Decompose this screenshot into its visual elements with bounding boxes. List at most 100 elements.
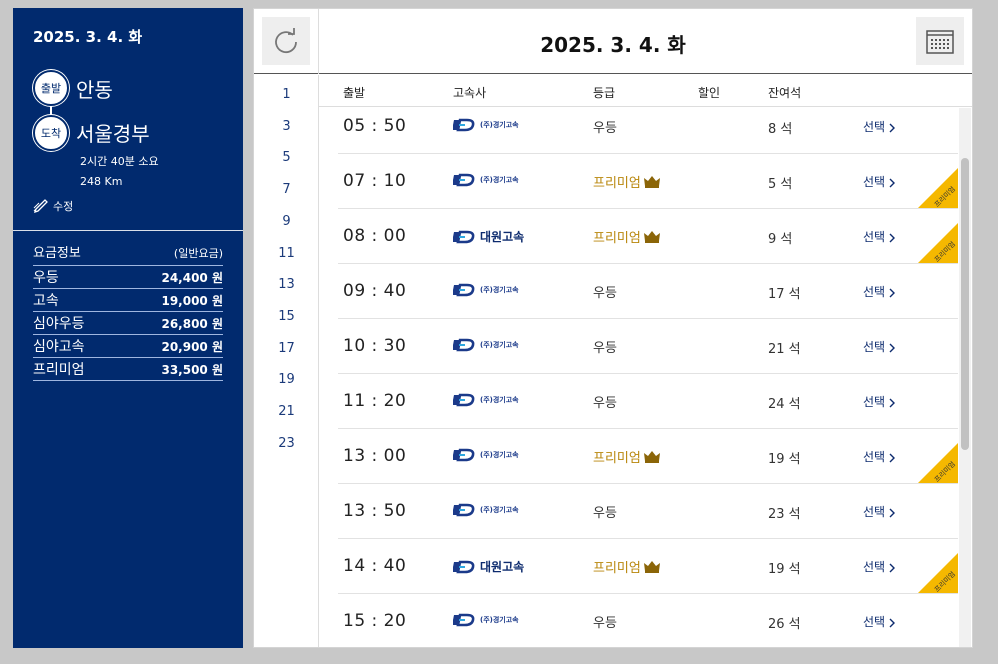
- fare-row: 심야고속 20,900 원: [33, 335, 223, 358]
- select-button[interactable]: 선택: [863, 558, 896, 575]
- schedule-row[interactable]: 09 : 40 (주)경기고속 우등 17 석 선택: [338, 264, 958, 319]
- company-name: (주)경기고속: [480, 616, 519, 624]
- select-button[interactable]: 선택: [863, 393, 896, 410]
- grade-label: 프리미엄: [593, 561, 641, 576]
- column-grade: 등급: [593, 86, 616, 100]
- hour-navigation: 1 3 5 7 9 11 13 15 17 19 21 23: [254, 75, 319, 647]
- chevron-right-icon: [889, 233, 896, 242]
- fare-price: 20,900 원: [161, 339, 223, 354]
- select-button[interactable]: 선택: [863, 118, 896, 135]
- edit-icon: [33, 199, 48, 214]
- select-label: 선택: [863, 120, 886, 134]
- hour-link[interactable]: 21: [254, 404, 319, 419]
- refresh-button[interactable]: [262, 17, 310, 65]
- select-label: 선택: [863, 340, 886, 354]
- bus-company: (주)경기고속: [453, 393, 519, 407]
- select-button[interactable]: 선택: [863, 503, 896, 520]
- select-button[interactable]: 선택: [863, 338, 896, 355]
- select-button[interactable]: 선택: [863, 283, 896, 300]
- hour-link[interactable]: 1: [254, 87, 319, 102]
- column-depart: 출발: [343, 86, 366, 100]
- grade-label: 프리미엄: [593, 176, 641, 191]
- hour-link[interactable]: 7: [254, 182, 319, 197]
- remaining-seats: 8 석: [768, 122, 793, 137]
- company-name: (주)경기고속: [480, 286, 519, 294]
- bus-grade: 프리미엄: [593, 557, 661, 576]
- grade-label: 우등: [593, 396, 617, 411]
- hour-link[interactable]: 17: [254, 341, 319, 356]
- select-button[interactable]: 선택: [863, 228, 896, 245]
- crown-icon: [643, 451, 660, 463]
- scrollbar[interactable]: [959, 108, 971, 647]
- departure-time: 13 : 50: [343, 501, 407, 521]
- bus-grade: 프리미엄: [593, 172, 661, 191]
- travel-distance: 248 Km: [80, 175, 123, 188]
- fare-note: (일반요금): [173, 247, 223, 260]
- schedule-row[interactable]: 13 : 00 (주)경기고속 프리미엄 19 석 선택 프리미엄: [338, 429, 958, 484]
- schedule-row[interactable]: 14 : 40 대원고속 프리미엄 19 석 선택 프리미엄: [338, 539, 958, 594]
- departure-time: 14 : 40: [343, 556, 407, 576]
- bus-company-logo-icon: [453, 173, 475, 187]
- schedule-row[interactable]: 07 : 10 (주)경기고속 프리미엄 5 석 선택 프리미엄: [338, 154, 958, 209]
- bus-company-logo-icon: [453, 613, 475, 627]
- crown-icon: [643, 231, 660, 243]
- hour-link[interactable]: 11: [254, 246, 319, 261]
- arrival-terminal: 서울경부: [76, 122, 150, 146]
- company-name: 대원고속: [480, 560, 525, 574]
- hour-link[interactable]: 19: [254, 372, 319, 387]
- page-title: 2025. 3. 4. 화: [540, 33, 686, 57]
- calendar-button[interactable]: [916, 17, 964, 65]
- crown-icon: [643, 561, 660, 573]
- schedule-row[interactable]: 08 : 00 대원고속 프리미엄 9 석 선택 프리미엄: [338, 209, 958, 264]
- scroll-thumb[interactable]: [961, 158, 969, 450]
- fare-row: 프리미엄 33,500 원: [33, 358, 223, 381]
- hour-link[interactable]: 13: [254, 277, 319, 292]
- premium-ribbon: 프리미엄: [918, 168, 958, 208]
- departure-time: 15 : 20: [343, 611, 407, 631]
- sidebar: 2025. 3. 4. 화 출발 안동 도착 서울경부 2시간 40분 소요 2…: [13, 8, 243, 648]
- select-label: 선택: [863, 395, 886, 409]
- remaining-seats: 23 석: [768, 507, 801, 522]
- fare-title: 요금정보: [33, 246, 81, 261]
- hour-link[interactable]: 3: [254, 119, 319, 134]
- table-header: 출발 고속사 등급 할인 잔여석: [319, 75, 972, 107]
- remaining-seats: 9 석: [768, 232, 793, 247]
- fare-price: 24,400 원: [161, 270, 223, 285]
- select-button[interactable]: 선택: [863, 613, 896, 630]
- bus-company-logo-icon: [453, 448, 475, 462]
- bus-company-logo-icon: [453, 503, 475, 517]
- premium-ribbon: 프리미엄: [918, 443, 958, 483]
- fare-row: 고속 19,000 원: [33, 289, 223, 312]
- bus-grade: 우등: [593, 117, 617, 136]
- fare-grade: 우등: [33, 270, 59, 286]
- grade-label: 프리미엄: [593, 451, 641, 466]
- schedule-row[interactable]: 05 : 50 (주)경기고속 우등 8 석 선택: [338, 108, 958, 154]
- departure-time: 09 : 40: [343, 281, 407, 301]
- hour-link[interactable]: 15: [254, 309, 319, 324]
- select-label: 선택: [863, 230, 886, 244]
- grade-label: 우등: [593, 341, 617, 356]
- bus-company: 대원고속: [453, 558, 524, 575]
- bus-company-logo-icon: [453, 338, 475, 352]
- select-button[interactable]: 선택: [863, 448, 896, 465]
- departure-badge: 출발: [33, 70, 69, 106]
- schedule-row[interactable]: 13 : 50 (주)경기고속 우등 23 석 선택: [338, 484, 958, 539]
- departure-time: 10 : 30: [343, 336, 407, 356]
- fare-row: 우등 24,400 원: [33, 266, 223, 289]
- schedule-row[interactable]: 15 : 20 (주)경기고속 우등 26 석 선택: [338, 594, 958, 647]
- departure-time: 05 : 50: [343, 116, 407, 136]
- bus-company: (주)경기고속: [453, 173, 519, 187]
- select-button[interactable]: 선택: [863, 173, 896, 190]
- company-name: (주)경기고속: [480, 176, 519, 184]
- bus-company-logo-icon: [453, 283, 475, 297]
- departure-time: 11 : 20: [343, 391, 407, 411]
- schedule-row[interactable]: 11 : 20 (주)경기고속 우등 24 석 선택: [338, 374, 958, 429]
- bus-grade: 프리미엄: [593, 447, 661, 466]
- schedule-row[interactable]: 10 : 30 (주)경기고속 우등 21 석 선택: [338, 319, 958, 374]
- schedule-list: 05 : 50 (주)경기고속 우등 8 석 선택 07 : 10 (주)경기고속 프리미엄 5…: [338, 108, 958, 647]
- grade-label: 우등: [593, 506, 617, 521]
- hour-link[interactable]: 5: [254, 150, 319, 165]
- hour-link[interactable]: 9: [254, 214, 319, 229]
- hour-link[interactable]: 23: [254, 436, 319, 451]
- edit-route-button[interactable]: 수정: [33, 198, 73, 214]
